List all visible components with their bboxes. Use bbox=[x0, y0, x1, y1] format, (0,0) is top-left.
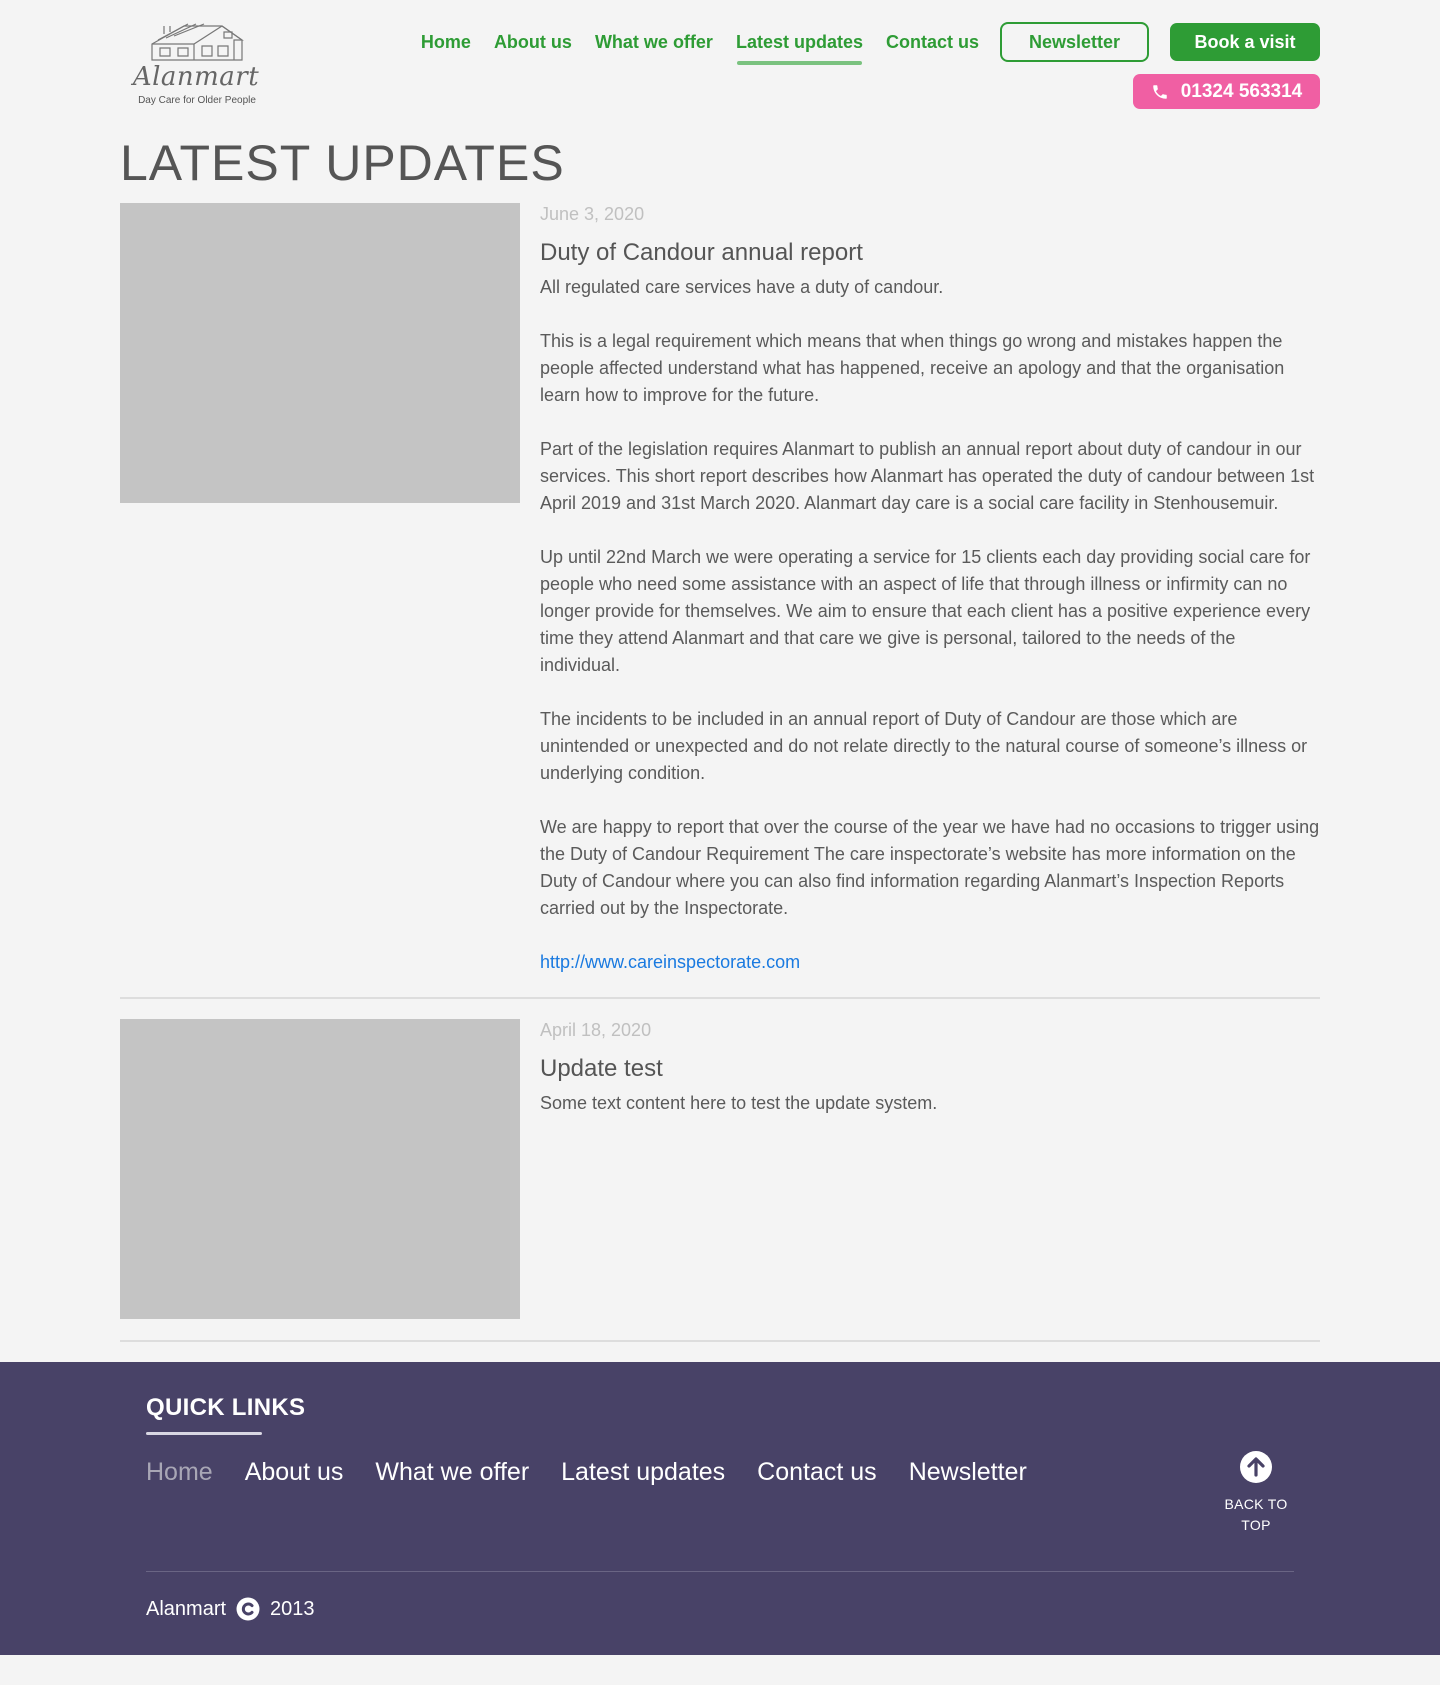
footer-navigation: Home About us What we offer Latest updat… bbox=[146, 1456, 1059, 1488]
footer-link-what-we-offer[interactable]: What we offer bbox=[375, 1456, 529, 1488]
page-title: LATEST UPDATES bbox=[120, 135, 565, 191]
nav-contact-us[interactable]: Contact us bbox=[886, 23, 979, 61]
phone-button[interactable]: 01324 563314 bbox=[1133, 74, 1320, 109]
footer-link-home[interactable]: Home bbox=[146, 1456, 213, 1488]
site-footer: QUICK LINKS Home About us What we offer … bbox=[0, 1362, 1440, 1655]
quick-links-underline bbox=[146, 1432, 262, 1435]
footer-link-contact-us[interactable]: Contact us bbox=[757, 1456, 877, 1488]
post-paragraph: Part of the legislation requires Alanmar… bbox=[540, 439, 1315, 513]
updates-list: June 3, 2020 Duty of Candour annual repo… bbox=[120, 203, 1320, 1342]
post-paragraph: All regulated care services have a duty … bbox=[540, 277, 944, 297]
logo-tagline: Day Care for Older People bbox=[138, 95, 256, 106]
post-title[interactable]: Update test bbox=[540, 1054, 1320, 1084]
main-navigation: Home About us What we offer Latest updat… bbox=[398, 22, 1320, 65]
copyright: Alanmart 2013 bbox=[146, 1597, 315, 1621]
copyright-icon bbox=[236, 1597, 260, 1621]
site-header: Alanmart Day Care for Older People Home … bbox=[120, 0, 1320, 125]
footer-link-newsletter[interactable]: Newsletter bbox=[909, 1456, 1027, 1488]
arrow-up-circle-icon bbox=[1240, 1451, 1272, 1483]
care-inspectorate-link[interactable]: http://www.careinspectorate.com bbox=[540, 952, 800, 972]
nav-what-we-offer[interactable]: What we offer bbox=[595, 23, 713, 61]
post-date: April 18, 2020 bbox=[540, 1020, 652, 1040]
post-content: All regulated care services have a duty … bbox=[540, 274, 1320, 976]
phone-icon bbox=[1151, 83, 1169, 101]
nav-about-us[interactable]: About us bbox=[494, 23, 572, 61]
copyright-year: 2013 bbox=[270, 1597, 315, 1620]
back-to-top-button[interactable]: BACK TO TOP bbox=[1219, 1450, 1293, 1536]
logo-wordmark: Alanmart bbox=[132, 62, 260, 92]
footer-divider bbox=[146, 1571, 1294, 1572]
nav-latest-updates[interactable]: Latest updates bbox=[736, 23, 863, 65]
post-body: April 18, 2020 Update test Some text con… bbox=[540, 1019, 1320, 1319]
post-content: Some text content here to test the updat… bbox=[540, 1090, 1320, 1117]
post-paragraph: We are happy to report that over the cou… bbox=[540, 817, 1320, 918]
post-title[interactable]: Duty of Candour annual report bbox=[540, 238, 1320, 268]
book-visit-button[interactable]: Book a visit bbox=[1170, 23, 1320, 61]
post-image-placeholder[interactable] bbox=[120, 203, 520, 503]
post-date: June 3, 2020 bbox=[540, 204, 645, 224]
quick-links-heading: QUICK LINKS bbox=[146, 1394, 306, 1421]
site-logo[interactable]: Alanmart Day Care for Older People bbox=[124, 22, 270, 110]
post-card: June 3, 2020 Duty of Candour annual repo… bbox=[120, 203, 1320, 999]
post-paragraph: This is a legal requirement which means … bbox=[540, 331, 1285, 405]
post-paragraph: Up until 22nd March we were operating a … bbox=[540, 547, 1311, 675]
copyright-name: Alanmart bbox=[146, 1597, 227, 1620]
footer-link-about-us[interactable]: About us bbox=[245, 1456, 344, 1488]
post-card: April 18, 2020 Update test Some text con… bbox=[120, 1019, 1320, 1342]
post-image-placeholder[interactable] bbox=[120, 1019, 520, 1319]
house-logo-icon bbox=[151, 23, 244, 61]
footer-link-latest-updates[interactable]: Latest updates bbox=[561, 1456, 725, 1488]
back-to-top-label: BACK TO TOP bbox=[1224, 1496, 1288, 1533]
newsletter-button[interactable]: Newsletter bbox=[1000, 22, 1149, 62]
phone-number: 01324 563314 bbox=[1180, 80, 1303, 102]
post-body: June 3, 2020 Duty of Candour annual repo… bbox=[540, 203, 1320, 976]
nav-home[interactable]: Home bbox=[421, 23, 471, 61]
post-paragraph: Some text content here to test the updat… bbox=[540, 1093, 938, 1113]
post-paragraph: The incidents to be included in an annua… bbox=[540, 709, 1308, 783]
